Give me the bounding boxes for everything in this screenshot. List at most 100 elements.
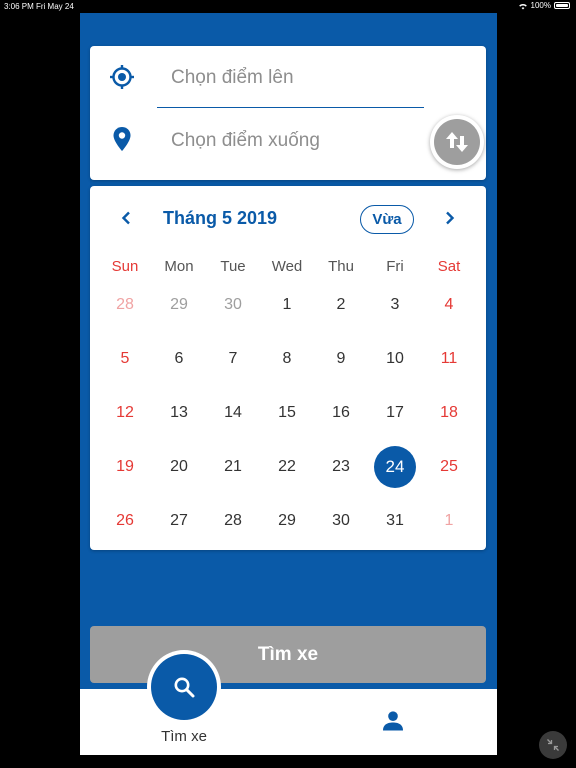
calendar-card: Tháng 5 2019 Vừa Sun Mon Tue Wed Thu Fri Sat 2… — [90, 186, 486, 550]
dropoff-location-field[interactable]: Chọn điểm xuống — [171, 130, 320, 152]
calendar-day[interactable]: 20 — [152, 440, 206, 494]
calendar-day-number: 10 — [386, 350, 404, 367]
collapse-overlay-button[interactable] — [539, 731, 567, 759]
status-right: 100% — [518, 1, 570, 10]
calendar-days-grid: 28 29 30 1 2 3 4 5 6 7 8 9 10 11 12 13 14 15 16 17 18 19 20 21 2… — [98, 278, 476, 548]
calendar-day-number: 15 — [278, 404, 296, 421]
calendar-day[interactable]: 22 — [260, 440, 314, 494]
calendar-day-number: 28 — [116, 296, 134, 313]
calendar-day-number: 30 — [224, 296, 242, 313]
calendar-day[interactable]: 30 — [314, 494, 368, 548]
calendar-day-number: 21 — [224, 458, 242, 475]
weekday-label: Wed — [271, 258, 303, 275]
weekday-label: Thu — [328, 258, 354, 275]
person-icon — [383, 711, 403, 731]
weekday-label: Fri — [386, 258, 404, 275]
calendar-day-number: 4 — [444, 296, 454, 313]
calendar-day[interactable]: 4 — [422, 278, 476, 332]
calendar-day-number: 29 — [278, 512, 296, 529]
weekday-row: Sun Mon Tue Wed Thu Fri Sat — [98, 258, 476, 275]
status-date: Fri May 24 — [36, 2, 74, 11]
calendar-day-number: 28 — [224, 512, 242, 529]
calendar-day-number: 30 — [332, 512, 350, 529]
calendar-day[interactable]: 14 — [206, 386, 260, 440]
calendar-day[interactable]: 15 — [260, 386, 314, 440]
location-card: Chọn điểm lên Chọn điểm xuống — [90, 46, 486, 180]
calendar-day[interactable]: 1 — [422, 494, 476, 548]
calendar-day-number: 29 — [170, 296, 188, 313]
battery-percent: 100% — [530, 1, 551, 10]
calendar-day[interactable]: 26 — [98, 494, 152, 548]
calendar-day[interactable]: 23 — [314, 440, 368, 494]
today-button[interactable]: Vừa — [360, 205, 414, 234]
calendar-day[interactable]: 2 — [314, 278, 368, 332]
search-tab-label[interactable]: Tìm xe — [148, 728, 220, 745]
chevron-right-icon — [446, 211, 455, 225]
swap-vertical-icon — [434, 119, 480, 165]
calendar-day-number: 1 — [282, 296, 292, 313]
calendar-day[interactable]: 31 — [368, 494, 422, 548]
calendar-day-number: 23 — [332, 458, 350, 475]
calendar-day-number: 13 — [170, 404, 188, 421]
calendar-day-number: 31 — [386, 512, 404, 529]
calendar-day[interactable]: 13 — [152, 386, 206, 440]
calendar-day-number: 7 — [228, 350, 238, 367]
calendar-day[interactable]: 16 — [314, 386, 368, 440]
chevron-left-icon — [121, 211, 130, 225]
calendar-day[interactable]: 29 — [260, 494, 314, 548]
calendar-day[interactable]: 5 — [98, 332, 152, 386]
next-month-button[interactable] — [435, 206, 465, 230]
calendar-day[interactable]: 28 — [206, 494, 260, 548]
calendar-day[interactable]: 30 — [206, 278, 260, 332]
calendar-day[interactable]: 21 — [206, 440, 260, 494]
calendar-day[interactable]: 11 — [422, 332, 476, 386]
calendar-day-selected[interactable]: 24 — [368, 440, 422, 494]
search-tab-circle — [151, 654, 217, 720]
calendar-day-number: 19 — [116, 458, 134, 475]
calendar-day[interactable]: 18 — [422, 386, 476, 440]
calendar-day[interactable]: 29 — [152, 278, 206, 332]
calendar-day-number: 20 — [170, 458, 188, 475]
calendar-day-number: 27 — [170, 512, 188, 529]
calendar-day-number: 22 — [278, 458, 296, 475]
bottom-nav — [80, 689, 497, 755]
location-divider — [157, 107, 424, 108]
app-screen: Chọn điểm lên Chọn điểm xuống Tháng 5 20… — [80, 13, 497, 755]
calendar-day-number: 14 — [224, 404, 242, 421]
crosshair-target-icon — [108, 63, 136, 91]
wifi-icon — [518, 3, 527, 9]
status-time: 3:06 PM — [4, 2, 34, 11]
search-icon — [174, 677, 195, 698]
profile-tab-button[interactable] — [380, 708, 406, 734]
calendar-day-number: 8 — [282, 350, 292, 367]
map-pin-icon — [108, 125, 136, 153]
calendar-day-number: 12 — [116, 404, 134, 421]
weekday-label: Sat — [437, 258, 461, 275]
pickup-location-field[interactable]: Chọn điểm lên — [171, 67, 294, 89]
calendar-day[interactable]: 8 — [260, 332, 314, 386]
calendar-header: Tháng 5 2019 Vừa — [90, 186, 486, 246]
weekday-label: Sun — [111, 258, 139, 275]
calendar-day[interactable]: 25 — [422, 440, 476, 494]
calendar-day-number: 1 — [444, 512, 454, 529]
calendar-day[interactable]: 7 — [206, 332, 260, 386]
calendar-day[interactable]: 28 — [98, 278, 152, 332]
calendar-day-number: 11 — [440, 350, 458, 367]
calendar-day[interactable]: 1 — [260, 278, 314, 332]
calendar-day[interactable]: 27 — [152, 494, 206, 548]
calendar-day-number: 26 — [116, 512, 134, 529]
calendar-day[interactable]: 19 — [98, 440, 152, 494]
calendar-day[interactable]: 3 — [368, 278, 422, 332]
calendar-day[interactable]: 12 — [98, 386, 152, 440]
prev-month-button[interactable] — [111, 206, 141, 230]
swap-locations-button[interactable] — [430, 115, 484, 169]
month-title: Tháng 5 2019 — [163, 208, 278, 228]
calendar-day[interactable]: 10 — [368, 332, 422, 386]
search-tab-button[interactable] — [147, 650, 221, 724]
weekday-label: Tue — [220, 258, 246, 275]
calendar-day-number: 16 — [332, 404, 350, 421]
calendar-day-number: 25 — [440, 458, 458, 475]
calendar-day[interactable]: 17 — [368, 386, 422, 440]
calendar-day[interactable]: 6 — [152, 332, 206, 386]
calendar-day[interactable]: 9 — [314, 332, 368, 386]
